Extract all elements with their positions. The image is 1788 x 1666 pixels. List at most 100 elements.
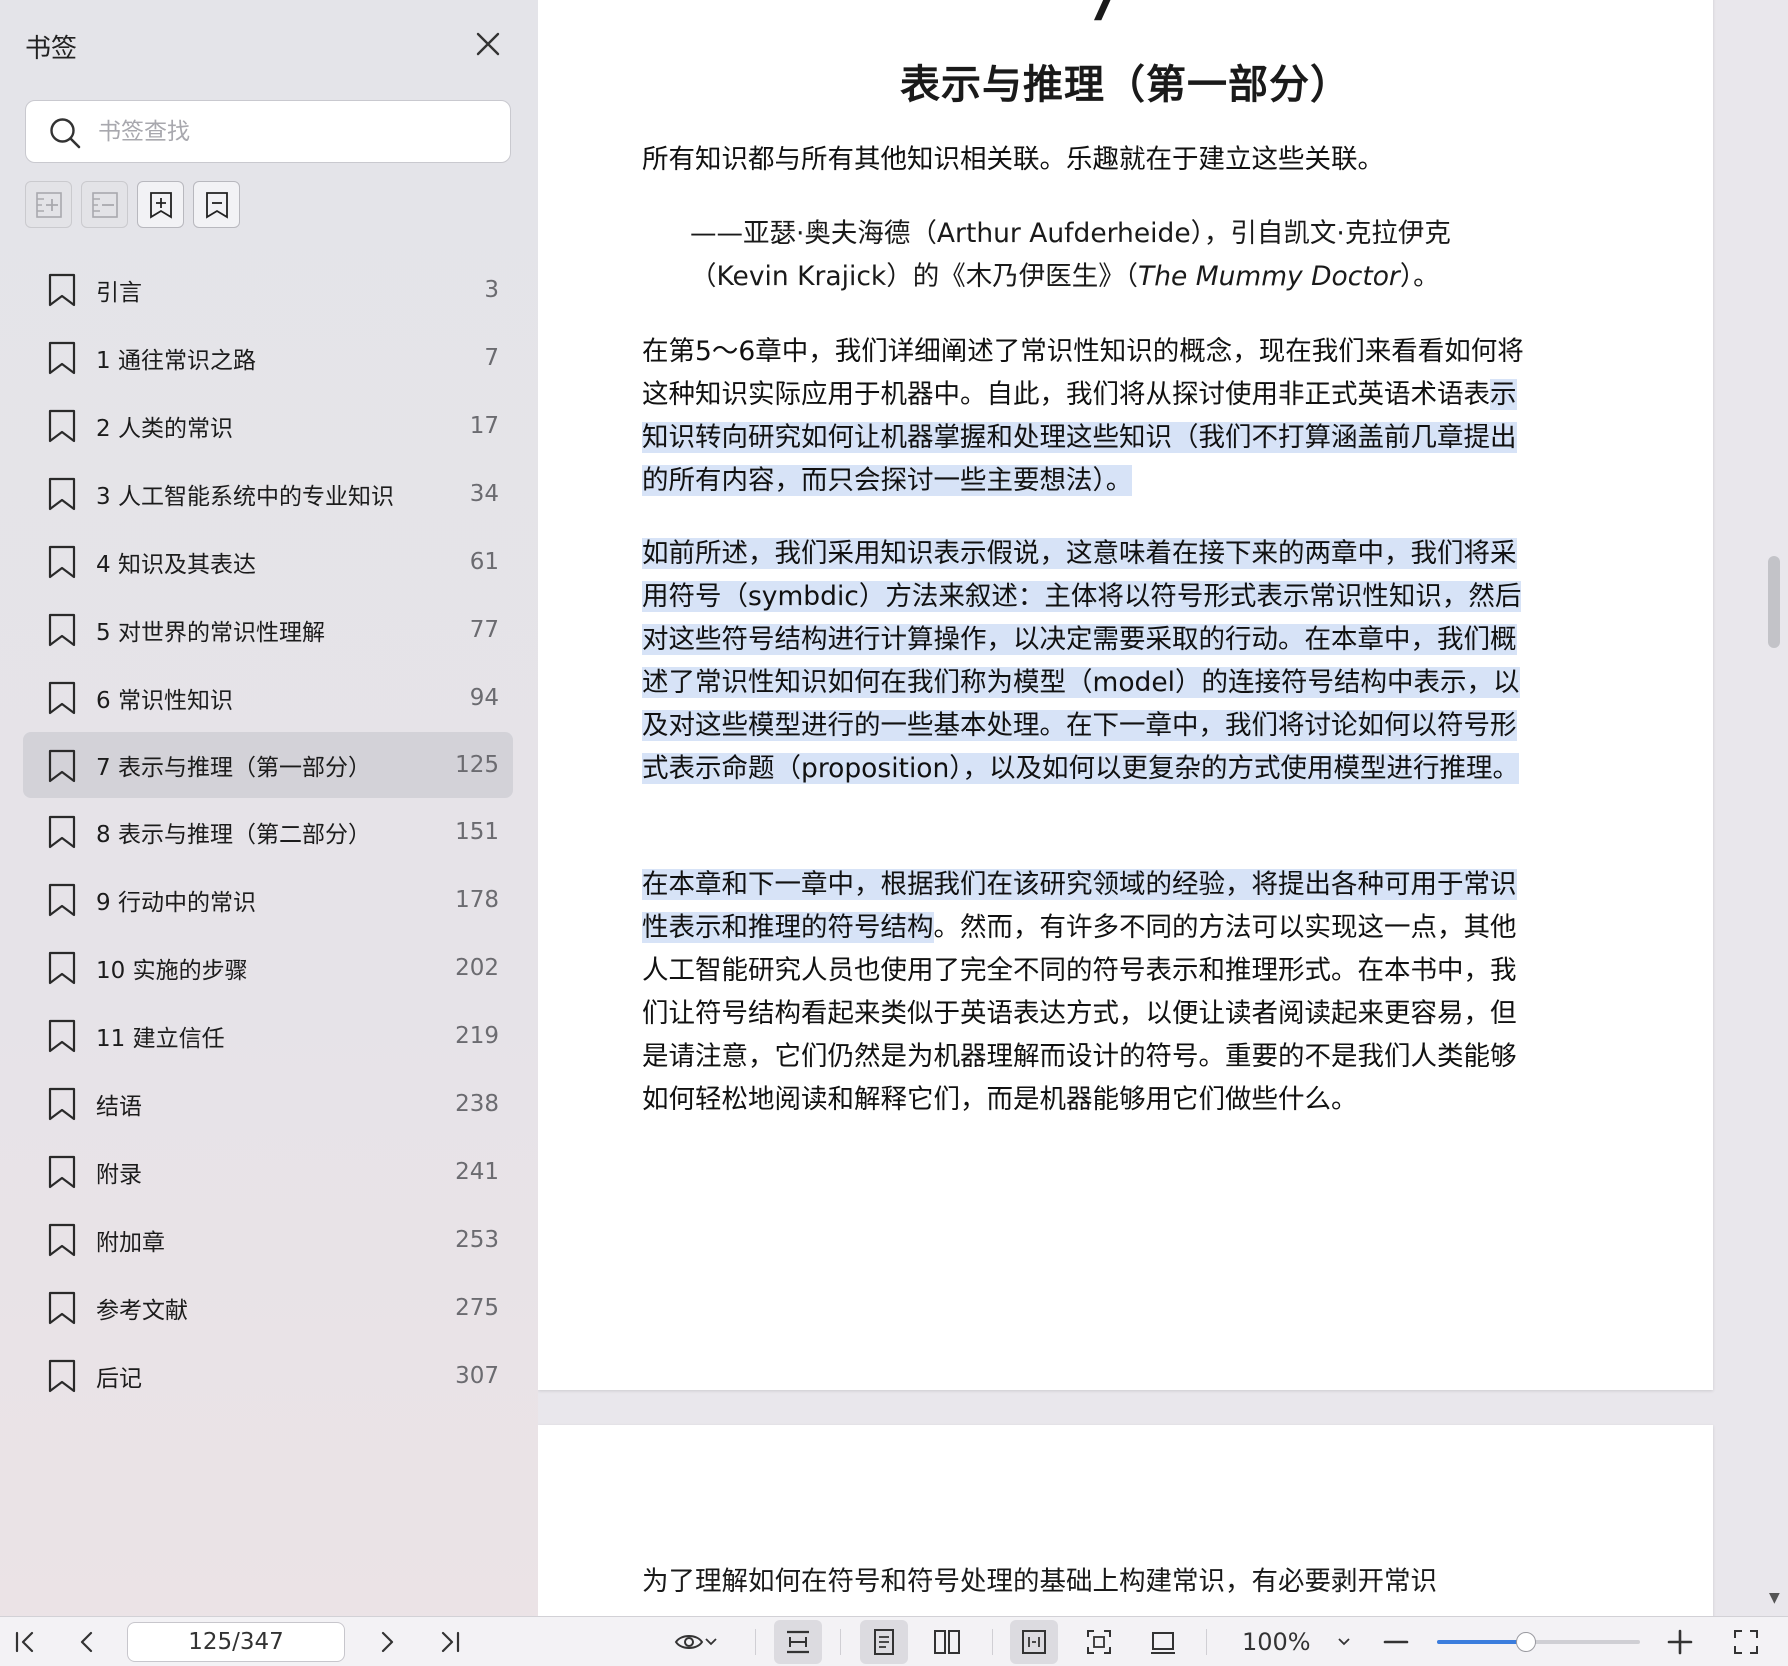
paragraph-3: 在本章和下一章中，根据我们在该研究领域的经验，将提出各种可用于常识性表示和推理的… [642,863,1542,1121]
epigraph: 所有知识都与所有其他知识相关联。乐趣就在于建立这些关联。 [642,144,1384,175]
bookmark-item[interactable]: 9 行动中的常识 178 [23,866,513,934]
bookmark-label: 10 实施的步骤 [96,958,248,984]
collapse-all-button[interactable] [81,181,128,228]
bookmark-item[interactable]: 结语 238 [23,1070,513,1138]
document-viewer: 7 表示与推理（第一部分） 所有知识都与所有其他知识相关联。乐趣就在于建立这些关… [538,0,1788,1616]
zoom-slider-knob[interactable] [1516,1632,1537,1652]
bookmark-icon [48,681,76,715]
bookmark-page-number: 253 [455,1227,499,1253]
focus-frame-icon [1087,1630,1111,1654]
toolbar-separator [840,1629,841,1655]
two-page-button[interactable] [930,1625,964,1659]
document-page: 7 表示与推理（第一部分） 所有知识都与所有其他知识相关联。乐趣就在于建立这些关… [538,0,1713,1390]
bookmark-icon [48,1291,76,1325]
bookmark-search [25,100,511,163]
prev-page-button[interactable] [70,1625,104,1659]
bookmark-item[interactable]: 引言 3 [23,256,513,324]
bookmark-item[interactable]: 8 表示与推理（第二部分） 151 [23,798,513,866]
fit-page-button[interactable] [1010,1620,1058,1664]
bookmark-label: 8 表示与推理（第二部分） [96,822,371,848]
toolbar-separator [755,1629,756,1655]
bookmark-label: 结语 [96,1094,142,1120]
zoom-dropdown-button[interactable] [1327,1625,1361,1659]
bookmark-item[interactable]: 后记 307 [23,1342,513,1410]
eye-icon [674,1635,704,1649]
bookmark-label: 参考文献 [96,1298,188,1324]
bookmark-page-number: 3 [484,277,499,303]
zoom-slider[interactable] [1437,1632,1640,1652]
remove-bookmark-button[interactable] [193,181,240,228]
bookmark-item[interactable]: 10 实施的步骤 202 [23,934,513,1002]
bookmark-label: 7 表示与推理（第一部分） [96,755,371,781]
bookmark-icon [48,1223,76,1257]
single-page-icon [874,1629,894,1655]
bookmark-label: 1 通往常识之路 [96,348,256,374]
close-icon[interactable] [470,26,506,62]
bookmark-page-number: 34 [469,481,499,507]
bookmark-page-number: 219 [455,1023,499,1049]
bookmark-item[interactable]: 1 通往常识之路 7 [23,324,513,392]
bookmark-page-number: 307 [455,1363,499,1389]
chevron-right-icon [381,1631,394,1653]
first-page-button[interactable] [8,1625,42,1659]
bookmark-label: 附加章 [96,1230,165,1256]
bookmark-label: 引言 [96,280,142,306]
bookmark-page-number: 275 [455,1295,499,1321]
attribution-line-2a: （Kevin Krajick）的《木乃伊医生》（ [690,261,1139,292]
attribution-line-2c: ）。 [1399,261,1440,292]
bookmark-page-number: 241 [455,1159,499,1185]
attribution-book-title: The Mummy Doctor [1138,261,1400,292]
single-page-button[interactable] [860,1620,908,1664]
next-page-button[interactable] [370,1625,404,1659]
fit-width-icon [787,1630,809,1654]
expand-all-button[interactable] [25,181,72,228]
bookmark-item[interactable]: 5 对世界的常识性理解 77 [23,596,513,664]
bookmark-item[interactable]: 6 常识性知识 94 [23,664,513,732]
plus-icon [1667,1629,1693,1655]
remove-bookmark-icon [205,191,228,219]
bookmark-item[interactable]: 7 表示与推理（第一部分） 125 [23,732,513,798]
bookmark-item[interactable]: 2 人类的常识 17 [23,392,513,460]
bookmark-icon [48,749,76,783]
sidebar-title: 书签 [25,34,78,64]
last-page-button[interactable] [433,1625,467,1659]
bookmark-icon [48,815,76,849]
fit-width-button[interactable] [774,1620,822,1664]
paragraph-2-highlight[interactable]: 如前所述，我们采用知识表示假说，这意味着在接下来的两章中，我们将采用符号（sym… [642,538,1522,784]
attribution-line-1: ——亚瑟·奥夫海德（Arthur Aufderheide），引自凯文·克拉伊克 [690,218,1451,249]
bookmark-item[interactable]: 3 人工智能系统中的专业知识 34 [23,460,513,528]
view-mode-button[interactable] [666,1625,726,1659]
rotate-button[interactable] [1146,1625,1180,1659]
bookmark-item[interactable]: 附加章 253 [23,1206,513,1274]
scrollbar-thumb[interactable] [1768,556,1780,648]
zoom-in-button[interactable] [1663,1625,1697,1659]
bookmark-icon [48,1087,76,1121]
chevron-left-icon [80,1631,93,1653]
bookmark-page-number: 77 [469,617,499,643]
actual-size-button[interactable] [1082,1625,1116,1659]
bookmark-icon [48,1155,76,1189]
page-number-input[interactable]: 125/347 [127,1622,345,1662]
chevron-down-icon [705,1638,717,1646]
chapter-title: 表示与推理（第一部分） [900,62,1351,108]
zoom-out-button[interactable] [1379,1625,1413,1659]
bookmark-item[interactable]: 参考文献 275 [23,1274,513,1342]
bookmark-icon [48,545,76,579]
bookmark-page-number: 151 [455,819,499,845]
bookmark-page-number: 17 [469,413,499,439]
bookmark-label: 4 知识及其表达 [96,552,256,578]
fullscreen-button[interactable] [1729,1625,1763,1659]
bookmark-label: 9 行动中的常识 [96,890,256,916]
bookmark-label: 后记 [96,1366,142,1392]
bookmark-search-input[interactable] [98,111,498,153]
scroll-down-icon[interactable]: ▼ [1769,1590,1780,1606]
bookmark-page-number: 202 [455,955,499,981]
bookmark-item[interactable]: 11 建立信任 219 [23,1002,513,1070]
zoom-level[interactable]: 100% [1242,1628,1311,1656]
bookmark-item[interactable]: 附录 241 [23,1138,513,1206]
rotate-page-icon [1151,1632,1175,1654]
add-bookmark-button[interactable] [137,181,184,228]
zoom-slider-fill [1437,1640,1527,1644]
bookmark-item[interactable]: 4 知识及其表达 61 [23,528,513,596]
bookmark-icon [48,341,76,375]
